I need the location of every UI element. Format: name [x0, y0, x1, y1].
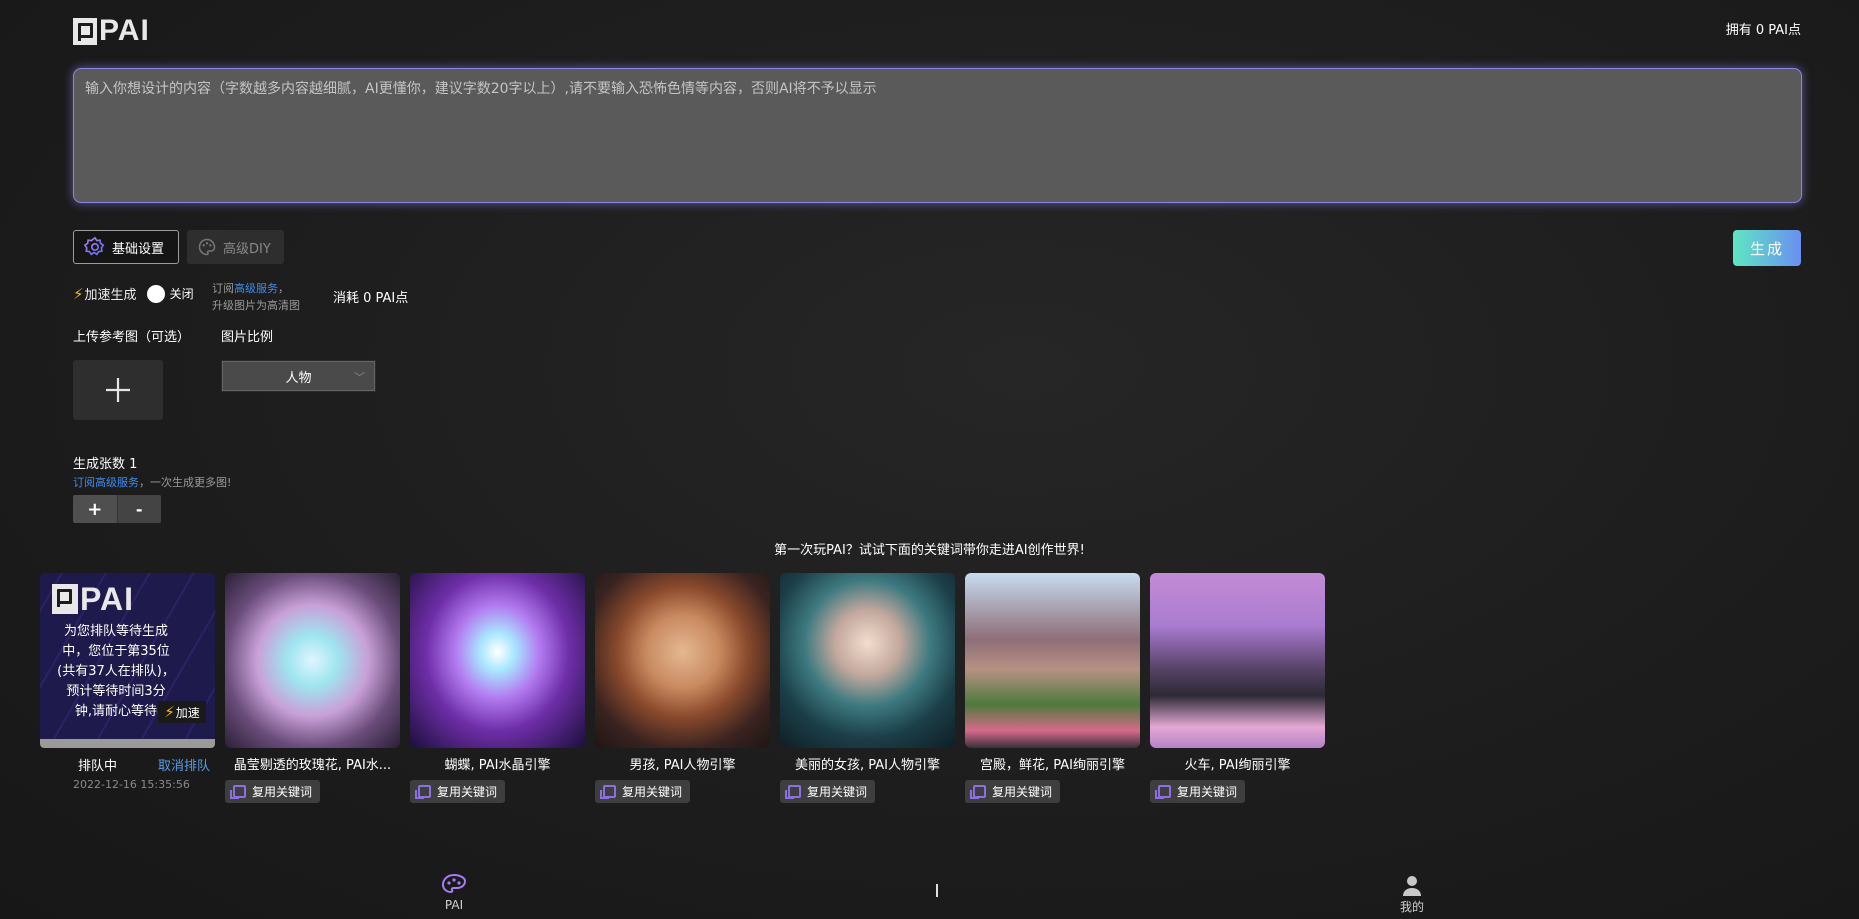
reuse-keyword-button[interactable]: 复用关键词: [1150, 780, 1246, 803]
queue-line: 中，您位于第35位: [62, 644, 170, 659]
premium-note-prefix: 订阅: [212, 282, 234, 295]
speed-up-button[interactable]: ⚡ 加速: [158, 701, 206, 723]
reuse-label: 复用关键词: [622, 785, 683, 799]
queue-timestamp: 2022-12-16 15:35:56: [73, 778, 190, 791]
reuse-label: 复用关键词: [807, 785, 868, 799]
queue-logo: PAI: [52, 583, 134, 615]
nav-mine-label: 我的: [1400, 900, 1425, 914]
copy-icon: [970, 785, 986, 799]
points-balance: 拥有 0 PAI点: [1725, 23, 1801, 38]
queue-line: 为您排队等待生成: [63, 624, 168, 639]
app-logo[interactable]: PAI: [73, 16, 150, 46]
consume-points: 消耗 0 PAI点: [333, 291, 409, 306]
example-image-rose[interactable]: [225, 573, 400, 748]
premium-note-line2: 升级图片为高清图: [212, 299, 300, 312]
cancel-queue-link[interactable]: 取消排队: [158, 755, 210, 774]
count-minus-button[interactable]: -: [116, 495, 161, 523]
reuse-label: 复用关键词: [992, 785, 1053, 799]
premium-service-link[interactable]: 高级服务: [234, 282, 278, 295]
example-caption: 蝴蝶, PAI水晶引擎: [444, 758, 551, 773]
tab-basic-label: 基础设置: [112, 241, 165, 257]
example-image-butterfly[interactable]: [410, 573, 585, 748]
upload-reference-button[interactable]: [73, 360, 163, 420]
example-image-train[interactable]: [1150, 573, 1325, 748]
palette-icon: [198, 238, 216, 256]
logo-text: PAI: [99, 14, 150, 47]
nav-divider: [936, 884, 938, 897]
intro-text: 第一次玩PAI？试试下面的关键词带你走进AI创作世界!: [774, 543, 1085, 558]
lightning-icon: ⚡: [164, 703, 175, 721]
ratio-label: 图片比例: [221, 330, 274, 345]
copy-icon: [785, 785, 801, 799]
chevron-down-icon: ﹀: [354, 371, 365, 384]
speed-generation-row: ⚡ 加速生成 关闭: [73, 284, 194, 303]
reuse-label: 复用关键词: [252, 785, 313, 799]
count-note: 订阅高级服务，一次生成更多图!: [73, 474, 231, 490]
nav-item-mine[interactable]: 我的: [1400, 873, 1424, 915]
count-stepper: + -: [73, 495, 161, 523]
example-caption: 晶莹剔透的玫瑰花, PAI水...: [233, 758, 392, 773]
reuse-keyword-button[interactable]: 复用关键词: [410, 780, 506, 803]
queue-line: (共有37人在排队)，: [57, 664, 175, 679]
speed-toggle[interactable]: [146, 284, 165, 303]
example-image-palace[interactable]: [965, 573, 1140, 748]
tab-advanced-label: 高级DIY: [223, 241, 271, 257]
ratio-select[interactable]: 人物 ﹀: [221, 360, 376, 392]
count-label: 生成张数 1: [73, 457, 138, 472]
generate-button[interactable]: 生成: [1733, 230, 1801, 266]
copy-icon: [415, 785, 431, 799]
gear-icon: [84, 236, 105, 256]
prompt-input[interactable]: [73, 68, 1802, 203]
premium-note: 订阅高级服务， 升级图片为高清图: [212, 280, 300, 314]
tab-basic-settings[interactable]: 基础设置: [73, 230, 179, 264]
tab-advanced-diy[interactable]: 高级DIY: [187, 230, 284, 264]
queue-card: PAI 为您排队等待生成 中，您位于第35位 (共有37人在排队)， 预计等待时…: [40, 573, 215, 748]
example-image-boy[interactable]: [595, 573, 770, 748]
speed-toggle-state: 关闭: [169, 287, 194, 301]
queue-logo-text: PAI: [80, 581, 134, 617]
ratio-selected: 人物: [285, 370, 312, 386]
premium-note-suffix: ，: [278, 282, 289, 295]
nav-item-pai[interactable]: PAI: [440, 873, 468, 912]
user-icon: [1403, 876, 1421, 896]
example-caption: 男孩, PAI人物引擎: [629, 758, 736, 773]
lightning-icon: ⚡: [73, 284, 84, 303]
count-note-suffix: ，一次生成更多图!: [139, 476, 232, 489]
reuse-label: 复用关键词: [1177, 785, 1238, 799]
example-caption: 美丽的女孩, PAI人物引擎: [795, 758, 940, 773]
speed-label: 加速生成: [84, 288, 137, 303]
upload-label: 上传参考图（可选）: [73, 330, 191, 345]
queue-logo-icon: [52, 584, 78, 614]
count-premium-link[interactable]: 订阅高级服务: [73, 476, 139, 489]
example-caption: 宫殿，鲜花, PAI绚丽引擎: [980, 758, 1125, 773]
palette-icon: [441, 873, 467, 894]
logo-icon: [73, 17, 97, 45]
reuse-keyword-button[interactable]: 复用关键词: [965, 780, 1061, 803]
speed-up-label: 加速: [175, 705, 200, 720]
count-plus-button[interactable]: +: [73, 495, 117, 523]
queue-line: 预计等待时间3分: [66, 684, 166, 699]
reuse-label: 复用关键词: [437, 785, 498, 799]
example-image-girl[interactable]: [780, 573, 955, 748]
copy-icon: [600, 785, 616, 799]
nav-pai-label: PAI: [444, 898, 464, 912]
reuse-keyword-button[interactable]: 复用关键词: [595, 780, 691, 803]
queue-status: 排队中: [78, 759, 118, 774]
example-caption: 火车, PAI绚丽引擎: [1184, 758, 1291, 773]
copy-icon: [230, 785, 246, 799]
copy-icon: [1155, 785, 1171, 799]
plus-icon: [106, 378, 130, 402]
reuse-keyword-button[interactable]: 复用关键词: [225, 780, 321, 803]
reuse-keyword-button[interactable]: 复用关键词: [780, 780, 876, 803]
